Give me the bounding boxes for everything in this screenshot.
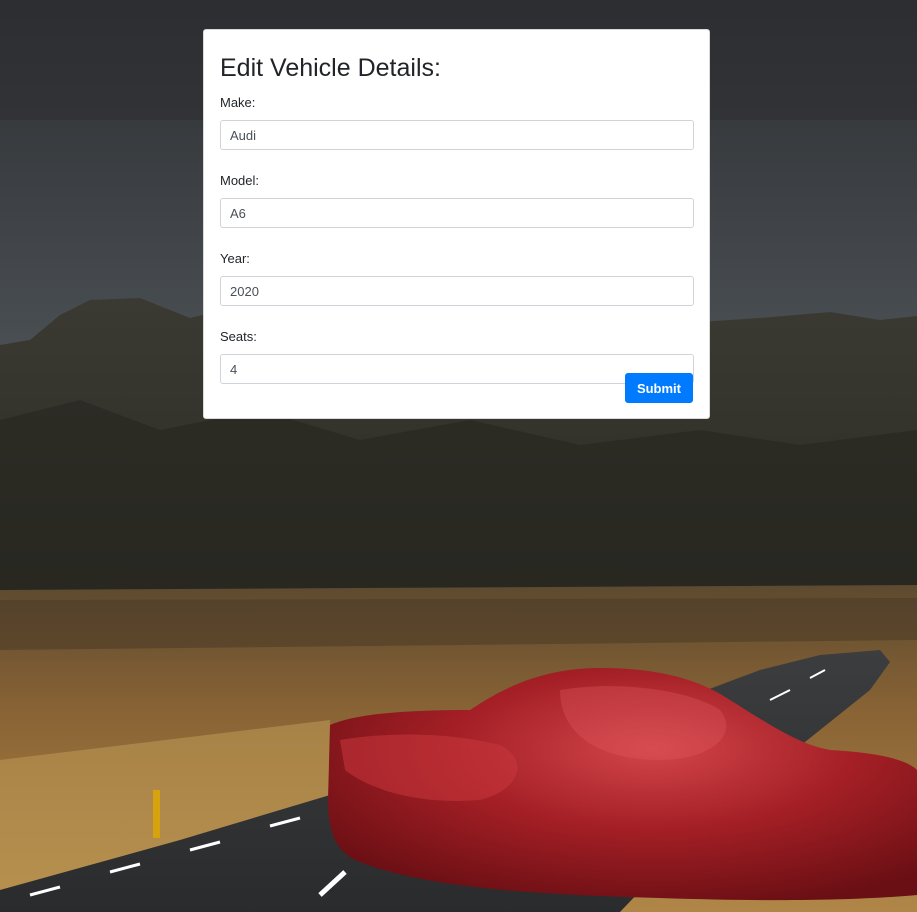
year-input[interactable] — [220, 276, 694, 306]
submit-button[interactable]: Submit — [624, 373, 693, 403]
form-title: Edit Vehicle Details: — [220, 54, 441, 82]
seats-field-group: Seats: — [220, 329, 694, 384]
page: Edit Vehicle Details: Make: Model: Year:… — [0, 0, 917, 912]
form-actions: Submit — [624, 373, 693, 403]
seats-label: Seats: — [220, 329, 257, 344]
year-label: Year: — [220, 251, 250, 266]
model-field-group: Model: — [220, 173, 694, 228]
year-field-group: Year: — [220, 251, 694, 306]
make-input[interactable] — [220, 120, 694, 150]
make-label: Make: — [220, 95, 256, 110]
edit-vehicle-form: Edit Vehicle Details: Make: Model: Year:… — [203, 29, 710, 419]
model-input[interactable] — [220, 198, 694, 228]
make-field-group: Make: — [220, 95, 694, 150]
seats-input[interactable] — [220, 354, 694, 384]
model-label: Model: — [220, 173, 260, 188]
